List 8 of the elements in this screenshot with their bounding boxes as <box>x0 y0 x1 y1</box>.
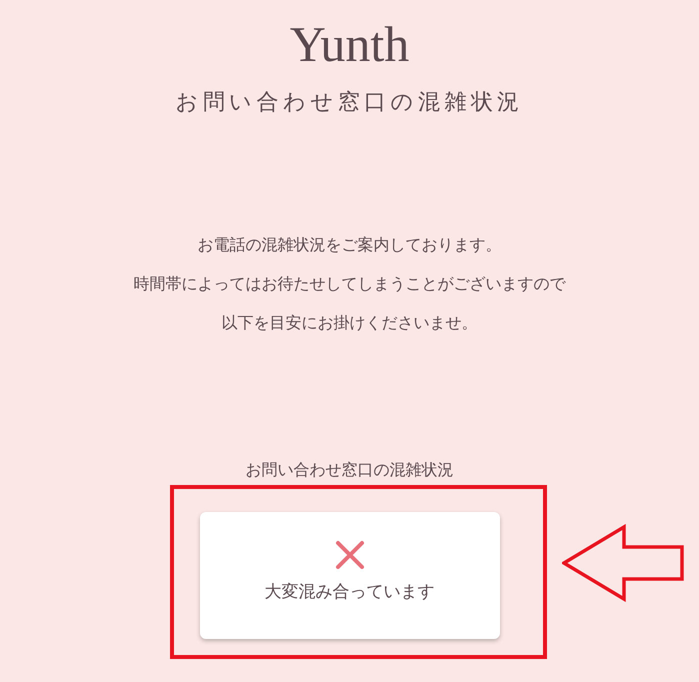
status-label: お問い合わせ窓口の混雑状況 <box>246 459 454 481</box>
logo: Yunth <box>290 15 410 74</box>
intro-text: お電話の混雑状況をご案内しております。 <box>198 234 502 256</box>
intro-text: 以下を目安にお掛けくださいませ。 <box>222 312 478 334</box>
intro-text: 時間帯によってはお待たせしてしまうことがございますので <box>134 273 566 295</box>
page-heading: お問い合わせ窓口の混雑状況 <box>175 89 524 117</box>
cross-icon <box>334 540 364 570</box>
status-text: 大変混み合っています <box>264 581 434 604</box>
